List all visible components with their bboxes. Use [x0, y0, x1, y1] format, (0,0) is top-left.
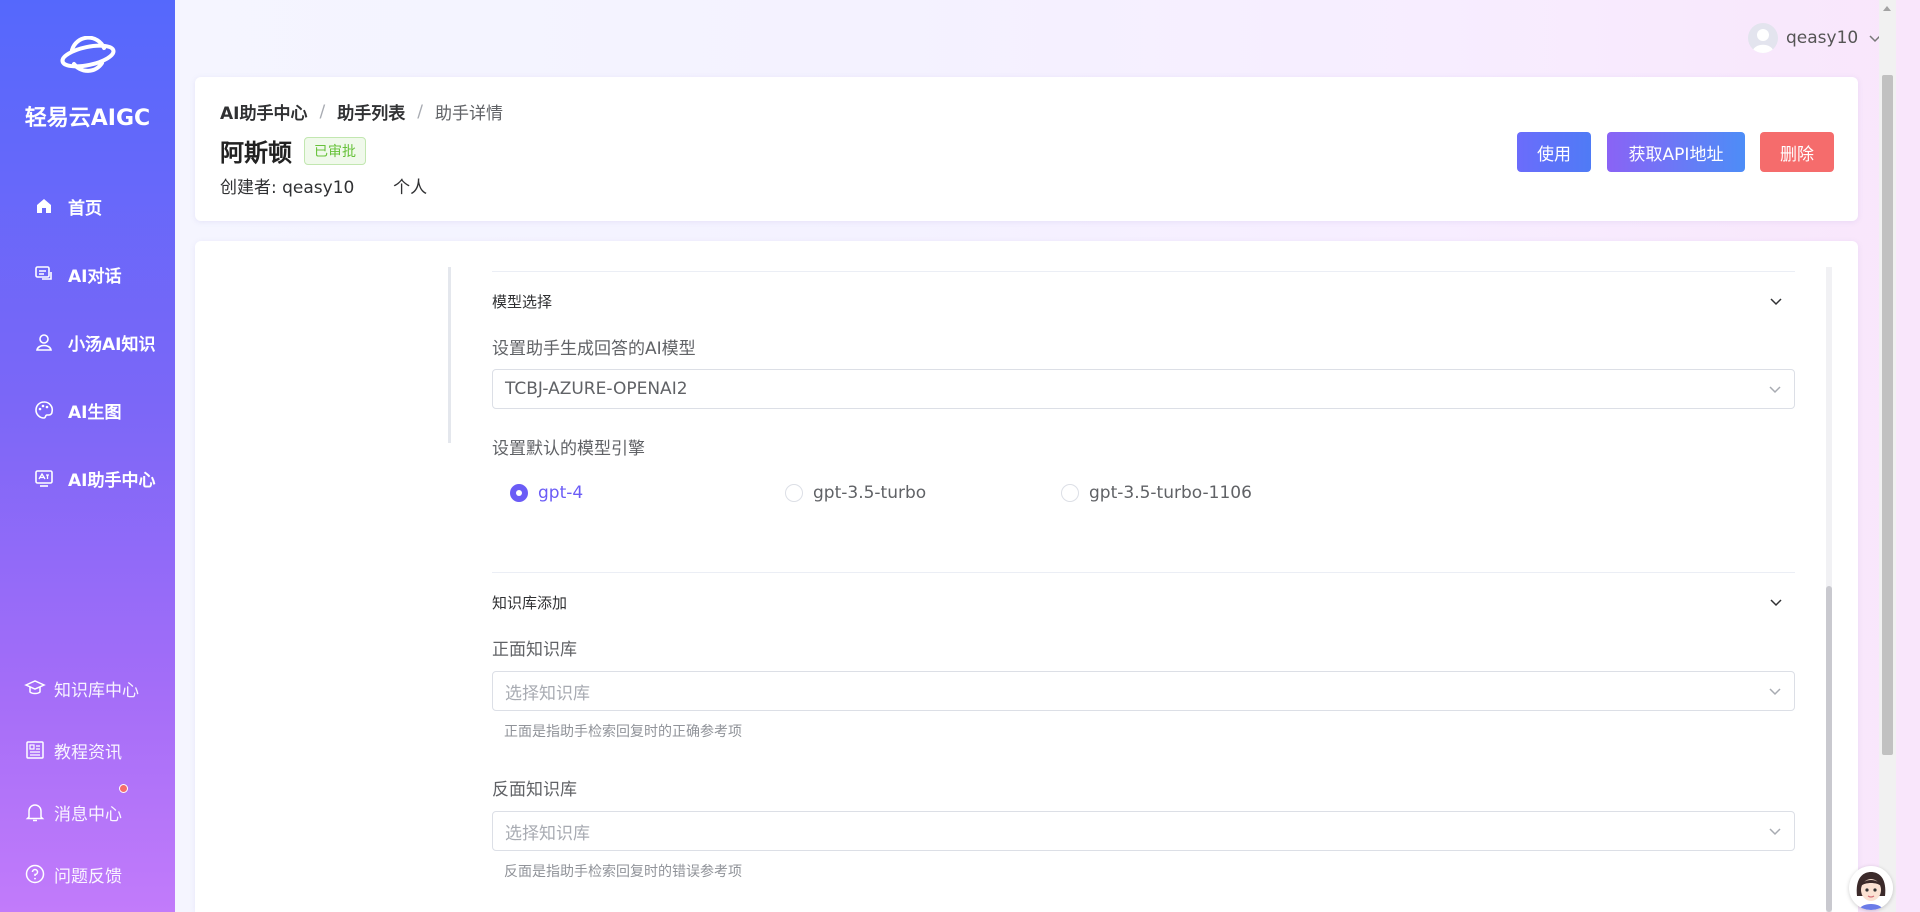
get-api-address-button[interactable]: 获取API地址: [1607, 132, 1745, 172]
palette-icon: [35, 401, 54, 419]
brand-name: 轻易云AIGC: [24, 106, 151, 131]
assistant-header-card: AI助手中心 / 助手列表 / 助手详情 阿斯顿 已审批 创建者: qeasy1…: [195, 77, 1858, 221]
model-section: 模型选择 设置助手生成回答的AI模型 TCBJ-AZURE-OPENAI2 设置…: [492, 241, 1795, 912]
negative-knowledge-placeholder: 选择知识库: [505, 823, 590, 844]
nav-item-tutorials[interactable]: 教程资讯: [0, 719, 175, 781]
nav-label: 首页: [68, 198, 102, 219]
radio-gpt-4[interactable]: gpt-4: [510, 483, 583, 503]
status-badge: 已审批: [304, 136, 366, 165]
title-row: 阿斯顿 已审批: [220, 133, 366, 168]
logo-icon: [60, 36, 116, 73]
knowledge-section-header[interactable]: 知识库添加: [492, 578, 1795, 626]
page-scrollbar[interactable]: [1879, 0, 1896, 912]
divider: [492, 572, 1795, 573]
creator-info: 创建者: qeasy10 个人: [220, 173, 427, 198]
model-section-title: 模型选择: [492, 292, 553, 311]
radio-label: gpt-3.5-turbo-1106: [1089, 483, 1252, 503]
radio-gpt-3-5-turbo-1106[interactable]: gpt-3.5-turbo-1106: [1061, 483, 1252, 503]
section-indicator-line: [448, 267, 451, 443]
user-avatar-icon: [1752, 29, 1774, 53]
negative-knowledge-hint: 反面是指助手检索回复时的错误参考项: [504, 864, 742, 880]
negative-knowledge-select[interactable]: 选择知识库: [492, 811, 1795, 851]
nav-label: 知识库中心: [54, 680, 139, 701]
nav-item-ai-assistant-center[interactable]: AI助手中心: [0, 444, 175, 512]
breadcrumb-separator: /: [319, 101, 326, 122]
use-button[interactable]: 使用: [1517, 132, 1591, 172]
nav-item-feedback[interactable]: 问题反馈: [0, 843, 175, 905]
model-section-header[interactable]: 模型选择: [492, 277, 1795, 325]
delete-button[interactable]: 删除: [1760, 132, 1834, 172]
radio-label: gpt-3.5-turbo: [813, 483, 927, 503]
nav-label: AI助手中心: [68, 470, 156, 491]
nav-label: 教程资讯: [54, 742, 122, 763]
positive-knowledge-placeholder: 选择知识库: [505, 683, 590, 704]
engine-label: 设置默认的模型引擎: [492, 439, 645, 459]
breadcrumb-separator: /: [417, 101, 423, 122]
question-icon: [25, 864, 45, 884]
sidebar: 轻易云AIGC 首页 AI对话 小汤AI知识 AI生图 AI助手中心 知识库中心: [0, 0, 175, 912]
radio-label: gpt-4: [538, 483, 584, 503]
creator-name: qeasy10: [282, 178, 355, 198]
chevron-down-icon: [1770, 298, 1782, 306]
message-badge-dot: [119, 784, 128, 793]
breadcrumb-assistant-list[interactable]: 助手列表: [337, 99, 405, 124]
positive-knowledge-hint: 正面是指助手检索回复时的正确参考项: [504, 724, 742, 740]
avatar: [1748, 23, 1778, 53]
news-icon: [26, 741, 44, 759]
radio-dot: [510, 484, 528, 502]
nav-label: AI生图: [68, 402, 122, 423]
content-scrollbar-thumb[interactable]: [1826, 586, 1832, 912]
nav-item-xiaotang-knowledge[interactable]: 小汤AI知识: [0, 308, 175, 376]
nav-label: 小汤AI知识: [68, 334, 156, 355]
positive-knowledge-label: 正面知识库: [492, 640, 577, 660]
home-icon: [37, 199, 51, 213]
username: qeasy10: [1786, 28, 1859, 48]
nav-item-ai-chat[interactable]: AI对话: [0, 240, 175, 308]
nav-label: AI对话: [68, 266, 122, 287]
chevron-down-icon: [1769, 688, 1781, 696]
scope-text: 个人: [393, 178, 428, 198]
secondary-nav: 知识库中心 教程资讯 消息中心 问题反馈: [0, 657, 175, 905]
graduation-cap-icon: [24, 680, 46, 695]
breadcrumb-assistant-center[interactable]: AI助手中心: [220, 99, 307, 124]
radio-dot: [1061, 484, 1079, 502]
positive-knowledge-select[interactable]: 选择知识库: [492, 671, 1795, 711]
page-scrollbar-thumb[interactable]: [1882, 75, 1893, 755]
nav-item-knowledge-center[interactable]: 知识库中心: [0, 657, 175, 719]
negative-knowledge-label: 反面知识库: [492, 780, 577, 800]
page-title: 阿斯顿: [220, 139, 292, 167]
scroll-up-arrow-icon[interactable]: [1883, 6, 1891, 11]
model-select-value: TCBJ-AZURE-OPENAI2: [505, 379, 688, 399]
chevron-down-icon: [1769, 386, 1781, 394]
model-select[interactable]: TCBJ-AZURE-OPENAI2: [492, 369, 1795, 409]
nav-item-ai-image[interactable]: AI生图: [0, 376, 175, 444]
nav-item-messages[interactable]: 消息中心: [0, 781, 175, 843]
model-label: 设置助手生成回答的AI模型: [492, 339, 696, 359]
nav-label: 消息中心: [54, 804, 122, 825]
chat-icon: [35, 266, 52, 280]
floating-assistant-avatar[interactable]: [1849, 866, 1893, 910]
breadcrumb: AI助手中心 / 助手列表 / 助手详情: [220, 99, 503, 125]
breadcrumb-current: 助手详情: [434, 104, 503, 124]
user-menu[interactable]: qeasy10: [1748, 22, 1882, 54]
assistant-settings-card: 模型选择 设置助手生成回答的AI模型 TCBJ-AZURE-OPENAI2 设置…: [195, 241, 1858, 912]
creator-label: 创建者:: [220, 178, 277, 198]
assistant-icon: [35, 470, 53, 487]
main-nav: 首页 AI对话 小汤AI知识 AI生图 AI助手中心: [0, 172, 175, 512]
bell-icon: [25, 804, 45, 822]
assistant-girl-icon: [1849, 866, 1893, 910]
radio-gpt-3-5-turbo[interactable]: gpt-3.5-turbo: [785, 483, 926, 503]
chevron-down-icon: [1770, 599, 1782, 607]
nav-label: 问题反馈: [54, 866, 122, 887]
person-icon: [36, 334, 52, 351]
chevron-down-icon: [1769, 828, 1781, 836]
nav-item-home[interactable]: 首页: [0, 172, 175, 240]
divider: [492, 271, 1795, 272]
radio-dot: [785, 484, 803, 502]
knowledge-section-title: 知识库添加: [492, 593, 568, 612]
